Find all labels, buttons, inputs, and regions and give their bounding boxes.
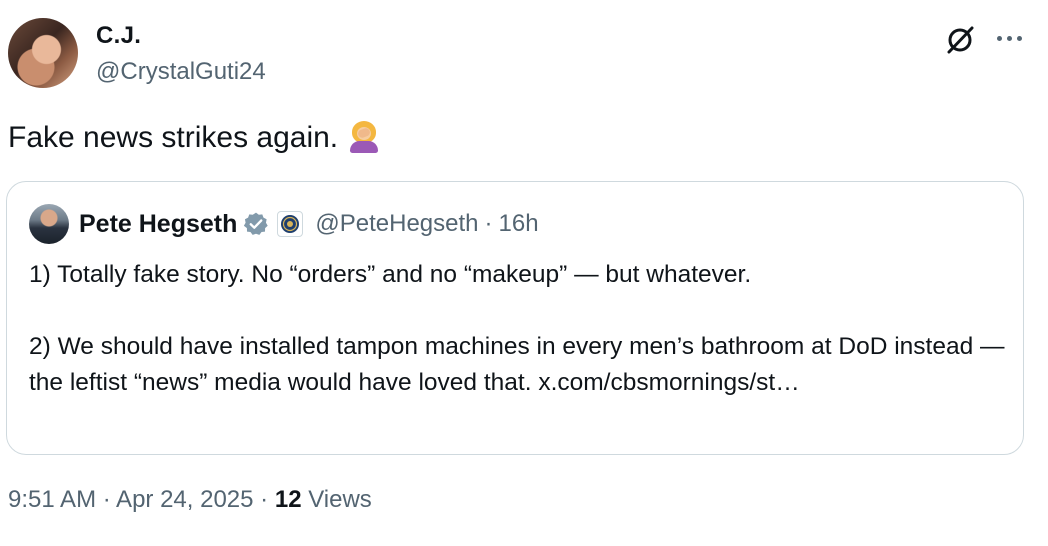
quoted-tweet-text: 1) Totally fake story. No “orders” and n… [29,261,1005,396]
woman-facepalming-emoji [348,119,380,153]
tweet-text-content: Fake news strikes again. [8,121,339,154]
quoted-author-name[interactable]: Pete Hegseth [79,210,237,239]
author-avatar[interactable] [8,18,78,88]
tweet-timestamp[interactable]: 9:51 AM · Apr 24, 2025 [8,486,254,513]
more-icon[interactable] [992,26,1026,50]
views-label: Views [308,486,372,513]
quoted-author-avatar[interactable] [29,204,69,244]
verified-badge-icon[interactable] [243,211,269,237]
quoted-author-handle[interactable]: @PeteHegseth [315,210,478,238]
dod-seal-icon[interactable] [277,211,304,237]
tweet-text: Fake news strikes again. [8,118,380,158]
separator-dot: · [484,210,493,237]
quoted-tweet-card[interactable]: Pete Hegseth @PeteHegseth · 16h 1) Total… [6,181,1024,455]
author-handle[interactable]: @CrystalGuti24 [96,58,266,86]
separator-dot: · [260,486,269,513]
grok-icon[interactable] [944,24,976,56]
author-name[interactable]: C.J. [96,22,141,50]
tweet: C.J. @CrystalGuti24 Fake news strikes ag… [0,0,1048,546]
tweet-meta: 9:51 AM · Apr 24, 2025 · 12 Views [8,486,372,514]
quoted-tweet-time[interactable]: 16h [499,210,539,238]
views-count: 12 [274,486,302,513]
quoted-tweet-header: Pete Hegseth @PeteHegseth · 16h [79,206,539,242]
